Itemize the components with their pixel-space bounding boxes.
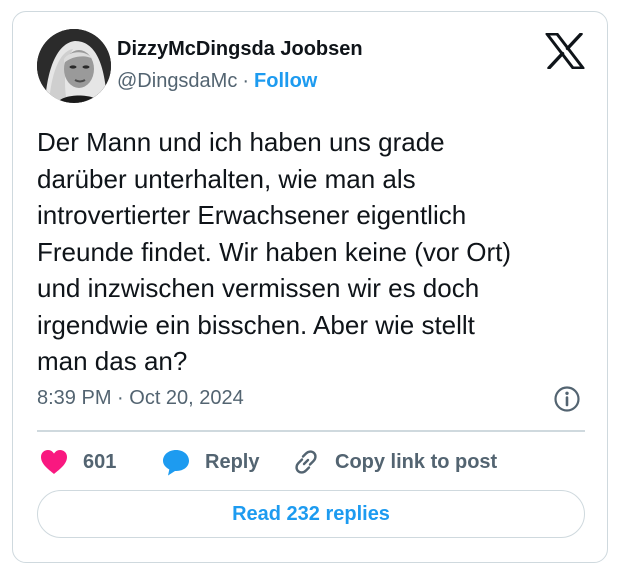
like-button[interactable]: 601 <box>39 447 116 477</box>
tweet-text: Der Mann und ich haben uns grade darüber… <box>37 127 511 376</box>
reply-label: Reply <box>205 450 260 473</box>
tweet-timestamp[interactable]: 8:39 PM · Oct 20, 2024 <box>37 387 244 410</box>
copy-link-button[interactable]: Copy link to post <box>291 447 497 477</box>
link-icon <box>291 447 321 477</box>
reply-button[interactable]: Reply <box>161 447 259 477</box>
read-replies-button[interactable]: Read 232 replies <box>37 490 585 538</box>
avatar[interactable] <box>37 29 111 103</box>
speech-bubble-icon <box>161 447 191 477</box>
heart-icon <box>39 448 69 476</box>
copy-link-label: Copy link to post <box>335 450 498 473</box>
like-count: 601 <box>83 450 117 473</box>
follow-button[interactable]: Follow <box>254 70 317 92</box>
info-icon[interactable] <box>553 385 581 413</box>
author-handle-row: @DingsdaMc · Follow <box>117 70 317 93</box>
author-display-name[interactable]: DizzyMcDingsda Joobsen <box>117 38 363 61</box>
author-handle[interactable]: @DingsdaMc <box>117 70 237 92</box>
x-logo-icon[interactable] <box>545 32 585 70</box>
separator-dot: · <box>242 70 250 92</box>
divider <box>37 430 585 432</box>
profile-photo <box>37 29 111 103</box>
tweet-card: DizzyMcDingsda Joobsen @DingsdaMc · Follow… <box>12 11 608 563</box>
